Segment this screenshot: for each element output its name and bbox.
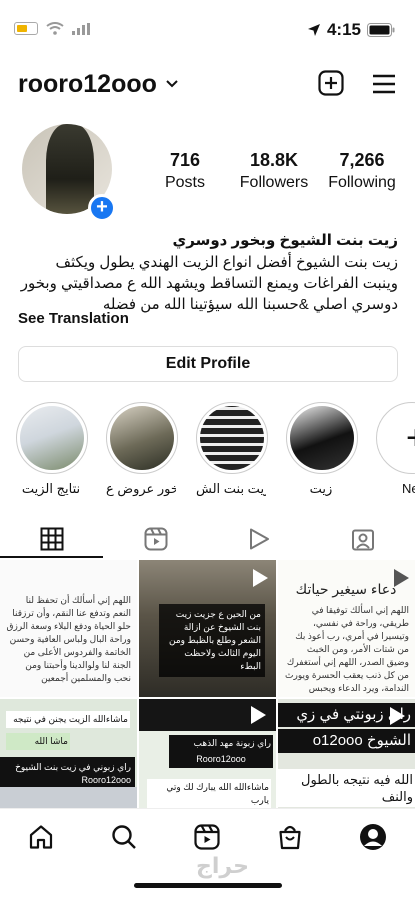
- bottom-nav: حراج: [0, 808, 415, 901]
- highlight-label: زيت بنت الش...: [196, 481, 266, 496]
- highlight-label: زيت: [309, 481, 333, 496]
- shopping-bag-icon: [279, 825, 301, 850]
- highlight-label: نتايج الزيت: [21, 481, 81, 496]
- highlight-ring: [16, 402, 88, 474]
- play-icon: [250, 528, 269, 550]
- post-text: ماشاءالله الله يبارك لك وتي يارب: [147, 779, 271, 808]
- highlight-item[interactable]: زيت بنت الش...: [196, 402, 268, 497]
- status-left: [14, 22, 92, 35]
- reel-play-icon: [253, 569, 268, 587]
- profile-bio: زيت بنت الشيوخ أفضل انواع الزيت الهندي ي…: [20, 254, 398, 313]
- following-count: 7,266: [339, 150, 385, 170]
- following-label: Following: [328, 174, 396, 191]
- tab-reels[interactable]: [104, 520, 208, 558]
- post-text: من الحين ع جزيت زيت بنت الشيوخ عن ازالة …: [159, 604, 265, 677]
- search-icon: [112, 825, 136, 849]
- posts-count: 716: [169, 150, 201, 170]
- highlight-item[interactable]: بخور عروض ع...: [106, 402, 178, 497]
- post-text: اللهم إني أسألك أن تحفظ لنا النعم وتدفع …: [6, 595, 131, 683]
- status-time: 4:15: [326, 20, 361, 39]
- highlight-new[interactable]: + Ne: [376, 402, 415, 496]
- watermark-text: حراج: [196, 853, 249, 878]
- nav-reels[interactable]: [187, 821, 227, 853]
- edit-profile-button[interactable]: Edit Profile: [18, 346, 398, 382]
- tagged-person-icon: [352, 529, 374, 551]
- followers-count: 18.8K: [249, 150, 299, 170]
- wifi-icon: [46, 22, 64, 35]
- profile-tabs: [0, 520, 415, 558]
- highlight-cover: [200, 406, 264, 470]
- grid-post[interactable]: راي زبونة مهد الذهب Rooro12ooo ماشاءالله…: [139, 699, 276, 808]
- posts-label: Posts: [164, 174, 205, 191]
- home-icon: [29, 825, 53, 849]
- grid-post[interactable]: اللهم إني أسألك أن تحفظ لنا النعم وتدفع …: [0, 560, 137, 697]
- nav-shop[interactable]: [270, 821, 310, 853]
- highlight-ring: [286, 402, 358, 474]
- grid-post[interactable]: دعاء سيغير حياتك اللهم إني اسألك توفيقا …: [278, 560, 415, 697]
- highlight-ring: +: [376, 402, 415, 474]
- grid-post[interactable]: ماشاءالله الزيت يجنن في نتيجه ماشا الله …: [0, 699, 137, 808]
- avatar-image: [46, 124, 94, 214]
- username[interactable]: rooro12ooo: [18, 70, 157, 99]
- highlight-cover: [20, 406, 84, 470]
- battery-full-icon: [367, 23, 395, 37]
- highlight-cover: [290, 406, 354, 470]
- grid-post[interactable]: راي زبونتي في زي الشيوخ o12ooo الله فيه …: [278, 699, 415, 808]
- add-story-icon[interactable]: +: [88, 194, 116, 222]
- menu-icon[interactable]: [372, 74, 396, 94]
- create-post-icon[interactable]: [318, 70, 344, 96]
- nav-profile[interactable]: [353, 821, 393, 853]
- highlight-item[interactable]: زيت: [286, 402, 358, 497]
- posts-grid: اللهم إني أسألك أن تحفظ لنا النعم وتدفع …: [0, 560, 415, 808]
- profile-header: rooro12ooo: [0, 66, 415, 106]
- chevron-down-icon[interactable]: [166, 80, 178, 88]
- signal-icon: [72, 22, 90, 35]
- tab-posts-grid[interactable]: [0, 520, 104, 558]
- post-text: الشيوخ o12ooo: [278, 729, 415, 753]
- post-text: الله فيه نتيجه بالطول والنف: [278, 769, 415, 807]
- keyboard-strip: [0, 787, 137, 808]
- active-tab-indicator: [0, 556, 103, 558]
- status-right: 4:15: [307, 20, 395, 40]
- nav-home[interactable]: [21, 821, 61, 853]
- reel-play-icon: [390, 707, 405, 725]
- post-title: دعاء سيغير حياتك: [295, 581, 397, 597]
- post-text: ماشا الله: [6, 733, 70, 750]
- tab-tagged[interactable]: [311, 520, 415, 558]
- post-text: Rooro12ooo: [169, 751, 273, 768]
- post-text: راي زبونة مهد الذهب: [169, 735, 273, 752]
- followers-label: Followers: [239, 174, 309, 191]
- nav-search[interactable]: [104, 821, 144, 853]
- stat-followers[interactable]: 18.8K Followers: [238, 150, 310, 192]
- tab-videos[interactable]: [207, 520, 311, 558]
- new-highlight-plus-icon: +: [380, 406, 415, 470]
- reels-icon: [194, 824, 220, 850]
- stat-following[interactable]: 7,266 Following: [325, 150, 399, 192]
- highlight-label: Ne: [402, 481, 415, 496]
- battery-icon: [14, 22, 38, 35]
- highlight-ring: [196, 402, 268, 474]
- post-text: ماشاءالله الزيت يجنن في نتيجه: [6, 711, 130, 728]
- location-arrow-icon: [307, 24, 320, 36]
- highlight-label: بخور عروض ع...: [106, 481, 176, 496]
- reels-icon: [144, 527, 168, 551]
- profile-name: زيت بنت الشيوخ وبخور دوسري: [172, 232, 398, 249]
- see-translation-link[interactable]: See Translation: [18, 310, 129, 327]
- highlight-ring: [106, 402, 178, 474]
- highlight-cover: [110, 406, 174, 470]
- status-bar: 4:15: [0, 0, 415, 60]
- highlight-item[interactable]: نتايج الزيت: [16, 402, 88, 497]
- home-indicator[interactable]: [134, 883, 282, 888]
- post-text: اللهم إني اسألك توفيقا في طريقي، وراحة ف…: [285, 605, 409, 697]
- grid-post[interactable]: من الحين ع جزيت زيت بنت الشيوخ عن ازالة …: [139, 560, 276, 697]
- post-text: راي زبوني في زيت بنت الشيوخ Rooro12ooo: [0, 757, 135, 791]
- stat-posts[interactable]: 716 Posts: [162, 150, 208, 192]
- grid-icon: [40, 527, 64, 551]
- reel-play-icon: [251, 706, 266, 724]
- profile-avatar-icon: [360, 824, 386, 850]
